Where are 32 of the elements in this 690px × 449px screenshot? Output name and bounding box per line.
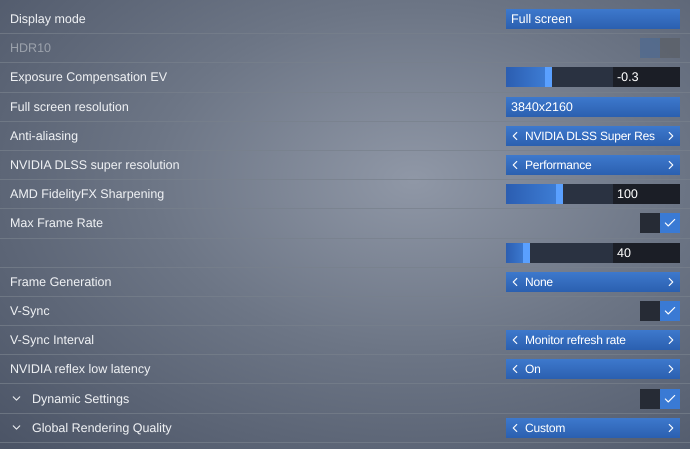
option-selector[interactable]: Custom [506, 418, 680, 438]
checkbox-tick[interactable] [660, 300, 680, 321]
setting-label: Display mode [10, 12, 86, 26]
value-button[interactable]: Full screen [506, 9, 680, 30]
setting-label: V-Sync Interval [10, 333, 94, 348]
option-selector[interactable]: None [506, 272, 680, 292]
setting-label: NVIDIA DLSS super resolution [10, 158, 180, 172]
setting-label: Full screen resolution [10, 100, 129, 114]
checkbox[interactable] [640, 388, 680, 409]
slider-value: 100 [613, 184, 680, 204]
option-selector[interactable]: Performance [506, 155, 680, 176]
slider-value: -0.3 [613, 67, 680, 88]
checkbox[interactable] [640, 213, 680, 234]
setting-label: Max Frame Rate [10, 216, 104, 230]
option-selector[interactable]: On [506, 359, 680, 380]
slider-thumb[interactable] [523, 242, 530, 263]
option-selector[interactable]: Monitor refresh rate [506, 330, 680, 350]
setting-label: AMD FidelityFX Sharpening [10, 187, 164, 202]
setting-label: HDR10 [10, 41, 51, 56]
setting-label: Dynamic Settings [32, 392, 130, 406]
checkbox-tick[interactable] [660, 213, 680, 234]
setting-label: Frame Generation [10, 274, 112, 289]
checkbox-tick[interactable] [660, 388, 680, 409]
slider-value: 40 [613, 242, 680, 263]
option-selector[interactable]: NVIDIA DLSS Super Res [506, 126, 680, 146]
setting-label: Exposure Compensation EV [10, 70, 168, 84]
value-button[interactable]: 3840x2160 [506, 96, 680, 117]
setting-label: Anti-aliasing [10, 128, 78, 143]
setting-label: V-Sync [10, 304, 50, 318]
setting-label: Global Rendering Quality [32, 420, 172, 435]
setting-label: NVIDIA reflex low latency [10, 362, 150, 376]
checkbox[interactable] [640, 300, 680, 321]
